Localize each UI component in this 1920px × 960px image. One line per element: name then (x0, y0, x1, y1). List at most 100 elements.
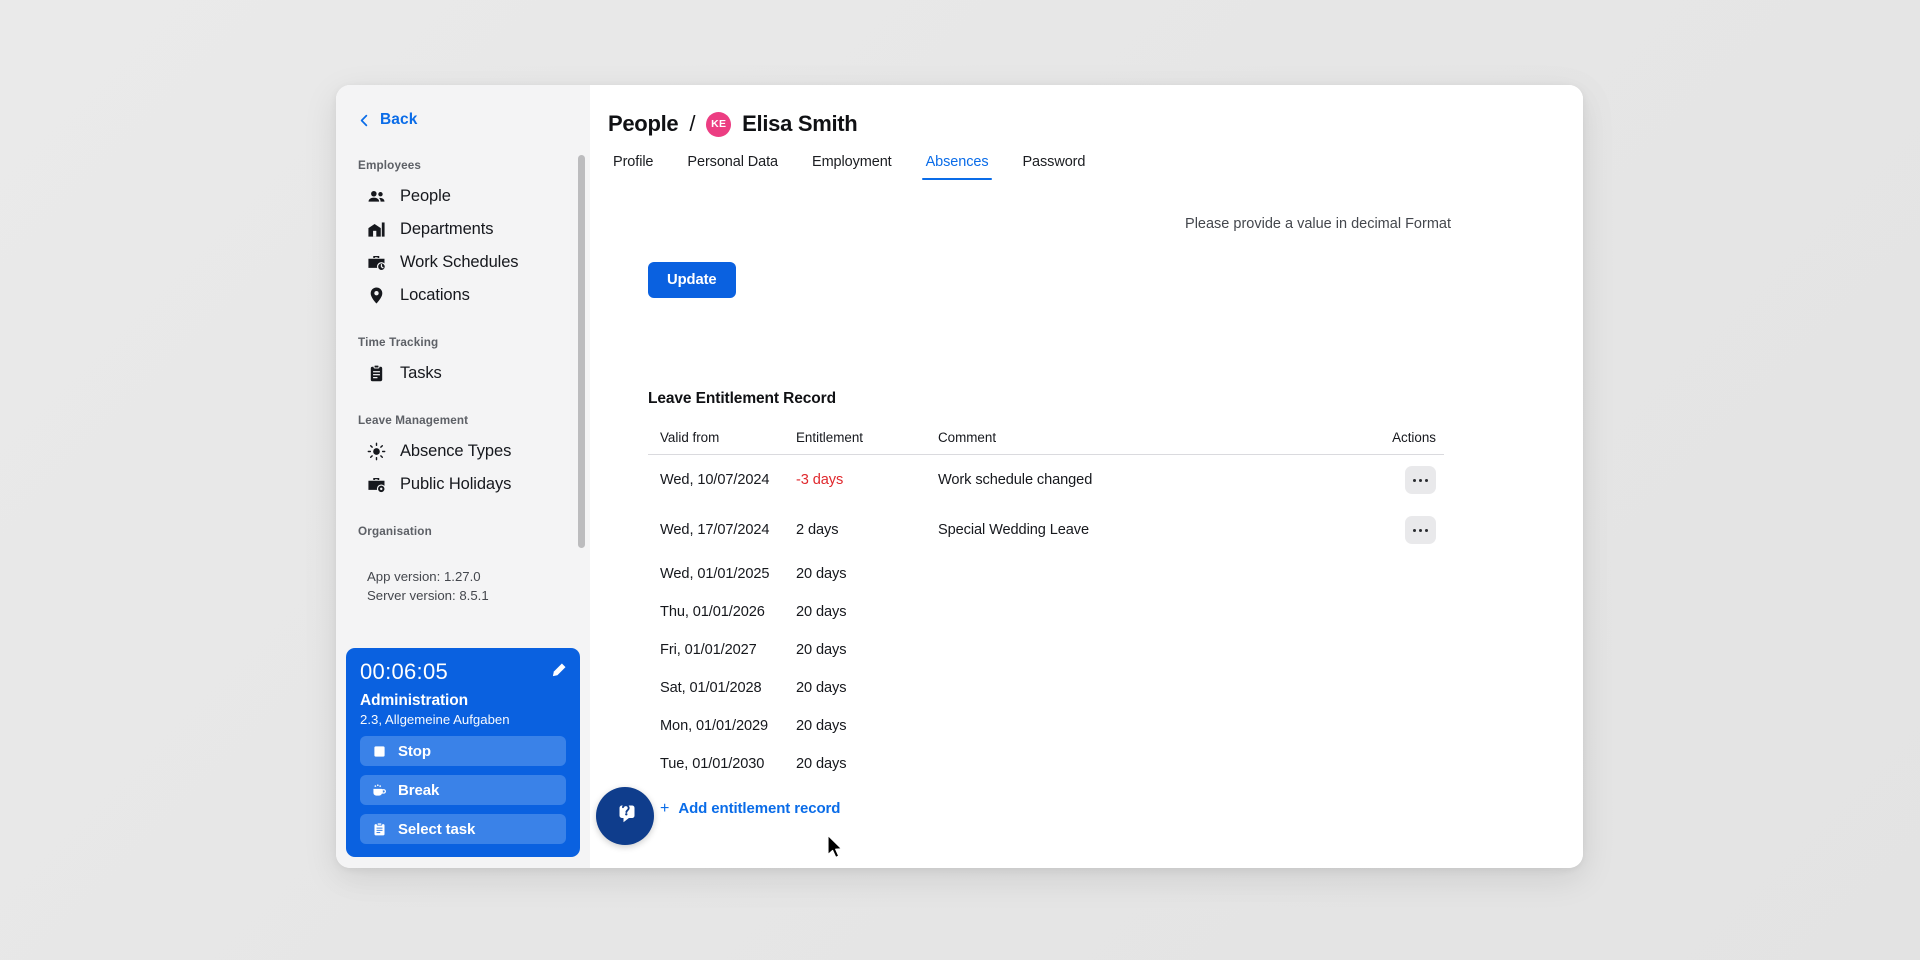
back-button[interactable]: Back (336, 105, 590, 135)
breadcrumb: People / KE Elisa Smith (590, 85, 1583, 137)
sidebar-item-locations[interactable]: Locations (336, 279, 590, 312)
briefcase-clock-icon (367, 253, 386, 272)
cell-actions (1358, 555, 1444, 593)
table-row: Wed, 01/01/2025 20 days (648, 555, 1444, 593)
stop-square-icon (372, 744, 387, 759)
cell-comment: Special Wedding Leave (938, 522, 1089, 538)
tab-password[interactable]: Password (1005, 154, 1102, 180)
sidebar-item-label: Absence Types (400, 442, 512, 461)
sidebar-item-label: Departments (400, 220, 494, 239)
sidebar: Back Employees People Departments Work S… (336, 85, 590, 868)
sidebar-scrollbar[interactable] (578, 155, 585, 548)
dot (1419, 478, 1422, 482)
time-tracking-widget: 00:06:05 Administration 2.3, Allgemeine … (346, 647, 580, 857)
cell-valid-from: Tue, 01/01/2030 (660, 756, 765, 772)
tab-personal-data[interactable]: Personal Data (670, 154, 795, 180)
timer-task-name: 2.3, Allgemeine Aufgaben (360, 712, 510, 727)
timer-project-name: Administration (360, 692, 468, 709)
dot (1413, 528, 1417, 532)
cell-actions (1358, 669, 1444, 707)
column-header-valid-from: Valid from (648, 430, 796, 455)
dot (1413, 478, 1417, 482)
help-button[interactable] (596, 787, 654, 845)
table-row: Sat, 01/01/2028 20 days (648, 669, 1444, 707)
timer-break-button[interactable]: Break (360, 775, 566, 805)
coffee-cup-icon (372, 783, 387, 798)
cell-valid-from: Wed, 10/07/2024 (660, 472, 770, 488)
add-entitlement-record-label: Add entitlement record (678, 800, 841, 817)
table-row: Fri, 01/01/2027 20 days (648, 631, 1444, 669)
cell-actions (1358, 455, 1444, 506)
main-content: People / KE Elisa Smith Profile Personal… (590, 85, 1583, 868)
avatar: KE (706, 111, 732, 137)
column-header-comment: Comment (938, 430, 1358, 455)
cell-valid-from: Mon, 01/01/2029 (660, 718, 769, 734)
leave-entitlement-section-title: Leave Entitlement Record (648, 390, 836, 407)
column-header-actions: Actions (1358, 430, 1444, 455)
pencil-icon[interactable] (550, 662, 567, 679)
leave-entitlement-table: Valid from Entitlement Comment Actions W… (648, 430, 1444, 783)
sidebar-item-tasks[interactable]: Tasks (336, 357, 590, 390)
cell-entitlement: 20 days (796, 604, 847, 620)
timer-select-task-button[interactable]: Select task (360, 814, 566, 844)
sun-icon (367, 442, 386, 461)
table-row: Mon, 01/01/2029 20 days (648, 707, 1444, 745)
sidebar-item-people[interactable]: People (336, 180, 590, 213)
version-info: App version: 1.27.0 Server version: 8.5.… (336, 546, 590, 605)
app-version-label: App version: 1.27.0 (367, 569, 481, 584)
timer-stop-button[interactable]: Stop (360, 736, 566, 766)
chevron-left-icon (358, 114, 371, 127)
sidebar-group-organisation-title: Organisation (358, 525, 432, 538)
server-version-label: Server version: 8.5.1 (367, 587, 489, 603)
add-entitlement-record-button[interactable]: + Add entitlement record (648, 800, 840, 817)
sidebar-item-public-holidays[interactable]: Public Holidays (336, 468, 590, 501)
cell-comment (938, 555, 1358, 593)
sidebar-item-label: Public Holidays (400, 475, 512, 494)
clipboard-icon (367, 364, 386, 383)
back-label: Back (380, 111, 418, 128)
app-window: Back Employees People Departments Work S… (336, 85, 1583, 868)
plus-icon: + (660, 799, 670, 817)
cell-actions (1358, 745, 1444, 783)
sidebar-item-departments[interactable]: Departments (336, 213, 590, 246)
sidebar-group-employees-title: Employees (358, 159, 422, 172)
table-row: Tue, 01/01/2030 20 days (648, 745, 1444, 783)
column-header-entitlement: Entitlement (796, 430, 938, 455)
cell-entitlement: 20 days (796, 566, 847, 582)
tab-bar: Profile Personal Data Employment Absence… (590, 137, 1583, 180)
timer-button-label: Select task (398, 820, 476, 838)
cell-actions (1358, 593, 1444, 631)
people-icon (367, 187, 386, 206)
table-row: Thu, 01/01/2026 20 days (648, 593, 1444, 631)
cell-entitlement: -3 days (796, 472, 844, 488)
cell-valid-from: Sat, 01/01/2028 (660, 680, 762, 696)
tab-absences[interactable]: Absences (909, 154, 1006, 180)
sidebar-item-absence-types[interactable]: Absence Types (336, 435, 590, 468)
cell-comment (938, 745, 1358, 783)
cell-comment (938, 669, 1358, 707)
absences-panel: Please provide a value in decimal Format… (590, 216, 1583, 817)
timer-button-label: Stop (398, 742, 431, 760)
row-actions-button[interactable] (1405, 466, 1436, 494)
breadcrumb-root-link[interactable]: People (608, 111, 679, 137)
cell-valid-from: Wed, 01/01/2025 (660, 566, 770, 582)
timer-elapsed: 00:06:05 (360, 658, 449, 684)
update-button[interactable]: Update (648, 262, 736, 298)
cell-entitlement: 20 days (796, 756, 847, 772)
decimal-format-hint: Please provide a value in decimal Format (1185, 216, 1451, 232)
cell-comment (938, 631, 1358, 669)
dot (1424, 528, 1428, 532)
cell-actions (1358, 631, 1444, 669)
dot (1424, 478, 1428, 482)
cell-entitlement: 20 days (796, 718, 847, 734)
sidebar-item-label: Work Schedules (400, 253, 519, 272)
timer-button-label: Break (398, 781, 440, 799)
row-actions-button[interactable] (1405, 516, 1436, 544)
sidebar-item-work-schedules[interactable]: Work Schedules (336, 246, 590, 279)
cell-valid-from: Fri, 01/01/2027 (660, 642, 757, 658)
tab-employment[interactable]: Employment (795, 154, 909, 180)
tab-profile[interactable]: Profile (608, 154, 670, 180)
sidebar-item-label: Locations (400, 286, 470, 305)
cell-comment (938, 593, 1358, 631)
briefcase-star-icon (367, 475, 386, 494)
